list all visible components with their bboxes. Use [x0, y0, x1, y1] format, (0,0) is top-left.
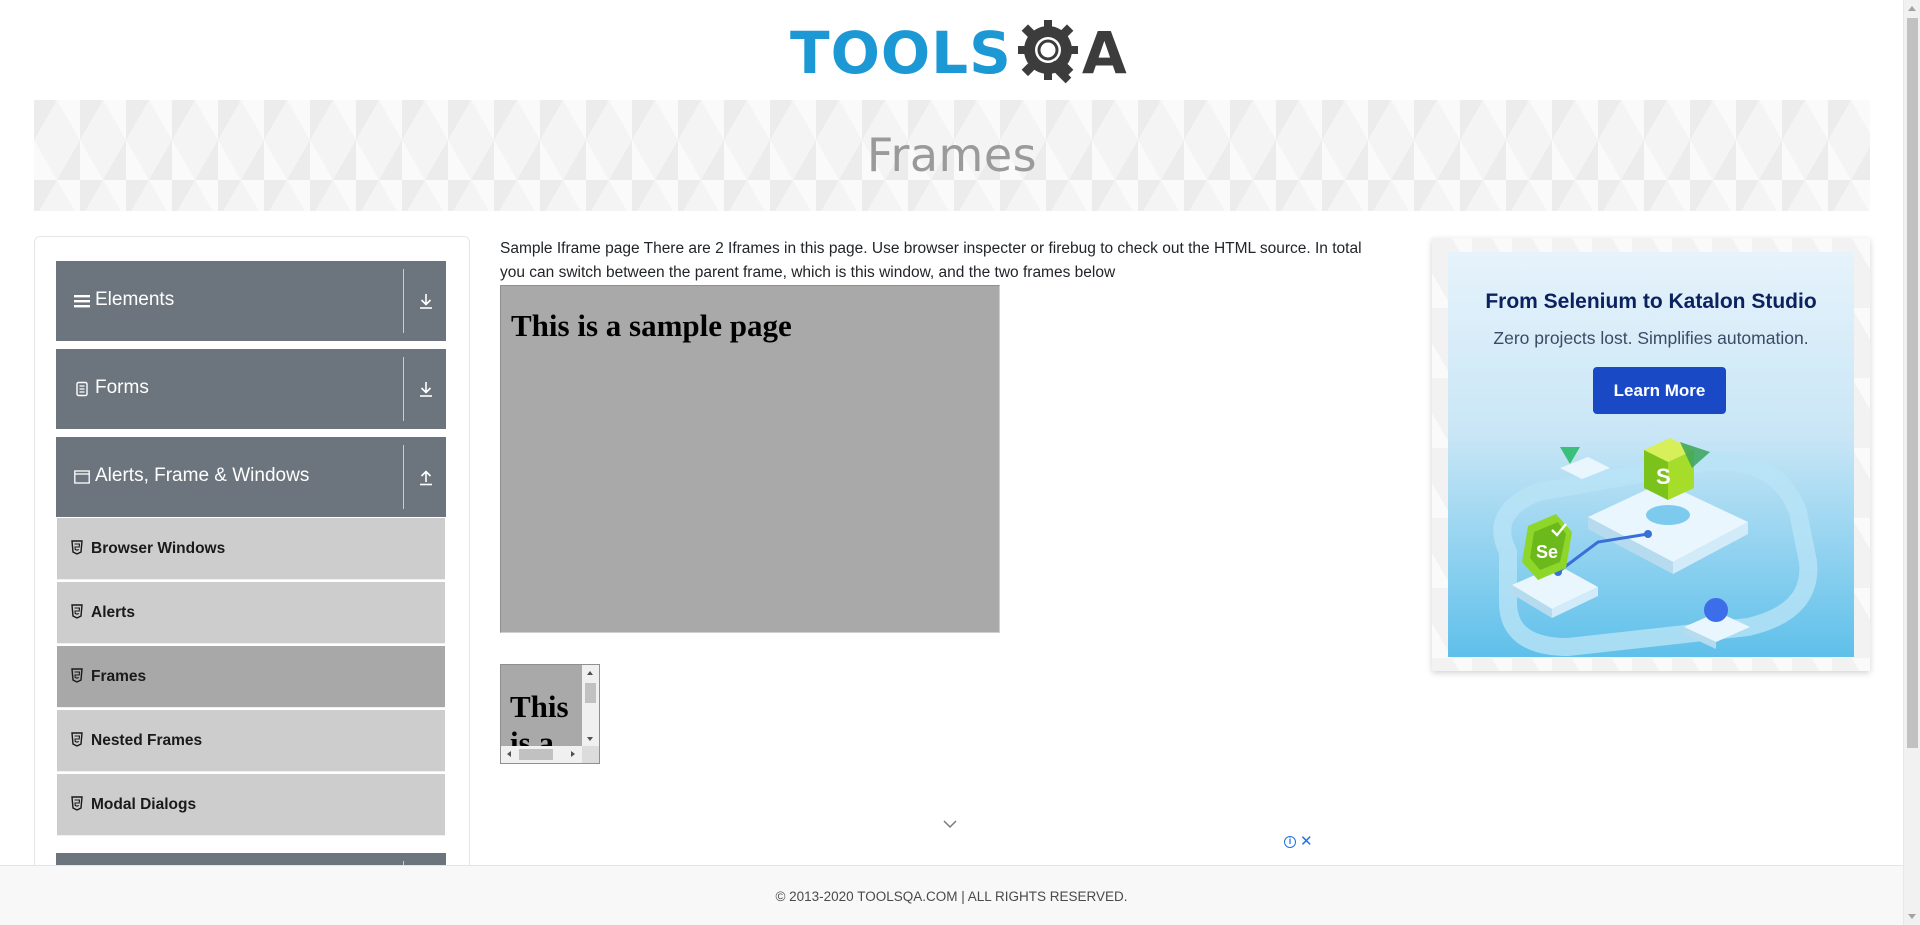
html5-shield-icon	[71, 732, 83, 747]
learn-more-button[interactable]: Learn More	[1593, 367, 1726, 414]
hamburger-icon	[74, 295, 90, 308]
toolsqa-logo[interactable]: TOOLS A	[790, 14, 1127, 92]
ad-container: From Selenium to Katalon Studio Zero pro…	[1432, 238, 1870, 671]
page-title: Frames	[866, 128, 1038, 182]
scroll-up-arrow-icon[interactable]	[587, 671, 593, 675]
iframe-large[interactable]: This is a sample page	[500, 285, 1000, 633]
badge-se-text: Se	[1536, 542, 1558, 562]
iframe-small[interactable]: This is a sample page	[500, 664, 600, 764]
scroll-left-arrow-icon[interactable]	[507, 751, 511, 757]
download-arrow-icon	[420, 382, 432, 397]
sidebar-group-forms[interactable]: Forms	[56, 349, 446, 429]
scrollbar-thumb[interactable]	[519, 749, 553, 760]
divider	[403, 269, 404, 333]
scrollbar-corner	[582, 746, 599, 763]
logo-qa: A	[1016, 16, 1127, 90]
footer: © 2013-2020 TOOLSQA.COM | ALL RIGHTS RES…	[0, 865, 1903, 925]
html5-shield-icon	[71, 604, 83, 619]
gear-magnifier-icon	[1017, 20, 1078, 84]
sidebar-group-alerts-frame-windows[interactable]: Alerts, Frame & Windows	[56, 437, 446, 517]
scroll-up-arrow-icon[interactable]	[1908, 6, 1916, 11]
sidebar-item-browser-windows[interactable]: Browser Windows	[57, 518, 445, 580]
sidebar-item-modal-dialogs[interactable]: Modal Dialogs	[57, 774, 445, 836]
sidebar-item-label: Browser Windows	[91, 540, 226, 557]
sidebar: Elements Forms Alerts, Frame & Windows B…	[34, 236, 470, 925]
scroll-down-arrow-icon[interactable]	[587, 737, 593, 741]
window-icon	[74, 470, 90, 484]
ad-title: From Selenium to Katalon Studio	[1485, 290, 1817, 313]
sidebar-item-label: Nested Frames	[91, 732, 203, 749]
divider	[403, 445, 404, 509]
ad-illustration: S Se	[1493, 438, 1818, 657]
sidebar-item-label: Alerts	[91, 604, 135, 621]
sidebar-item-alerts[interactable]: Alerts	[57, 582, 445, 644]
sidebar-item-frames[interactable]: Frames	[57, 646, 445, 708]
ad-subtitle: Zero projects lost. Simplifies automatio…	[1493, 328, 1809, 348]
info-icon[interactable]: i	[1284, 836, 1296, 848]
logo-text-a: A	[1081, 19, 1127, 87]
logo-text-tools: TOOLS	[790, 19, 1012, 87]
footer-copyright: © 2013-2020 TOOLSQA.COM | ALL RIGHTS RES…	[775, 889, 1128, 904]
sidebar-item-label: Frames	[91, 668, 147, 685]
page-scrollbar[interactable]	[1903, 0, 1920, 925]
document-icon	[76, 381, 88, 397]
download-arrow-icon	[420, 294, 432, 309]
sidebar-item-nested-frames[interactable]: Nested Frames	[57, 710, 445, 772]
scrollbar-thumb[interactable]	[585, 683, 596, 703]
html5-shield-icon	[71, 540, 83, 555]
frame-heading: This is a sample page	[511, 308, 792, 343]
badge-s-text: S	[1656, 464, 1671, 489]
divider	[403, 357, 404, 421]
scroll-down-arrow-icon[interactable]	[1908, 914, 1916, 919]
close-icon[interactable]: ✕	[1300, 834, 1313, 849]
sidebar-group-label: Elements	[95, 289, 175, 310]
sidebar-group-label: Forms	[95, 377, 149, 398]
chevron-down-icon[interactable]	[942, 818, 958, 830]
html5-shield-icon	[71, 668, 83, 683]
page-banner: Frames	[34, 100, 1870, 211]
iframe-horizontal-scrollbar[interactable]	[501, 746, 584, 763]
scrollbar-thumb[interactable]	[1907, 18, 1918, 748]
page: TOOLS A Frames Elements Forms Alerts, Fr…	[0, 0, 1920, 925]
html5-shield-icon	[71, 796, 83, 811]
scroll-right-arrow-icon[interactable]	[571, 751, 575, 757]
upload-arrow-icon	[420, 470, 432, 486]
sidebar-group-elements[interactable]: Elements	[56, 261, 446, 341]
ad-choices[interactable]: i ✕	[1284, 834, 1316, 850]
frames-intro-text: Sample Iframe page There are 2 Iframes i…	[500, 240, 1362, 281]
iframe-vertical-scrollbar[interactable]	[582, 665, 599, 748]
katalon-ad[interactable]: From Selenium to Katalon Studio Zero pro…	[1448, 252, 1854, 657]
sidebar-item-label: Modal Dialogs	[91, 796, 197, 813]
sidebar-group-label: Alerts, Frame & Windows	[95, 465, 310, 486]
